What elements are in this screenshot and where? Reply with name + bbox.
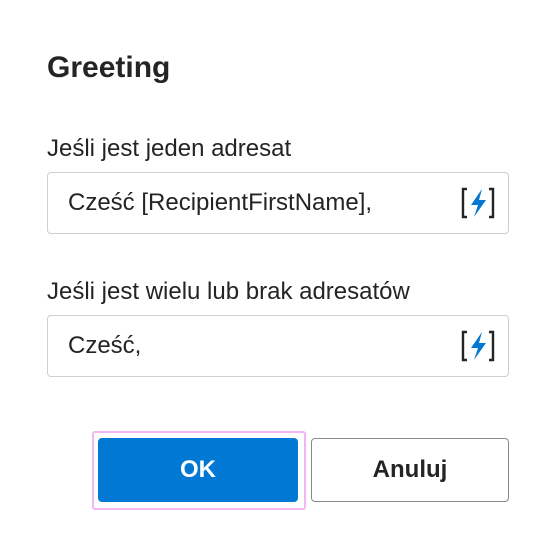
insert-merge-field-icon	[461, 330, 495, 362]
multiple-recipients-label: Jeśli jest wielu lub brak adresatów	[47, 278, 410, 305]
insert-merge-field-button[interactable]	[460, 329, 496, 363]
single-recipient-greeting-value[interactable]: Cześć [RecipientFirstName],	[68, 188, 372, 218]
multiple-recipients-greeting-field[interactable]: Cześć,	[47, 315, 509, 377]
greeting-dialog: Greeting Jeśli jest jeden adresat Cześć …	[0, 0, 555, 548]
cancel-button[interactable]: Anuluj	[311, 438, 509, 502]
multiple-recipients-greeting-value[interactable]: Cześć,	[68, 331, 141, 361]
insert-merge-field-icon	[461, 187, 495, 219]
ok-button[interactable]: OK	[98, 438, 298, 502]
dialog-title: Greeting	[47, 51, 171, 84]
single-recipient-greeting-field[interactable]: Cześć [RecipientFirstName],	[47, 172, 509, 234]
insert-merge-field-button[interactable]	[460, 186, 496, 220]
single-recipient-label: Jeśli jest jeden adresat	[47, 135, 292, 162]
